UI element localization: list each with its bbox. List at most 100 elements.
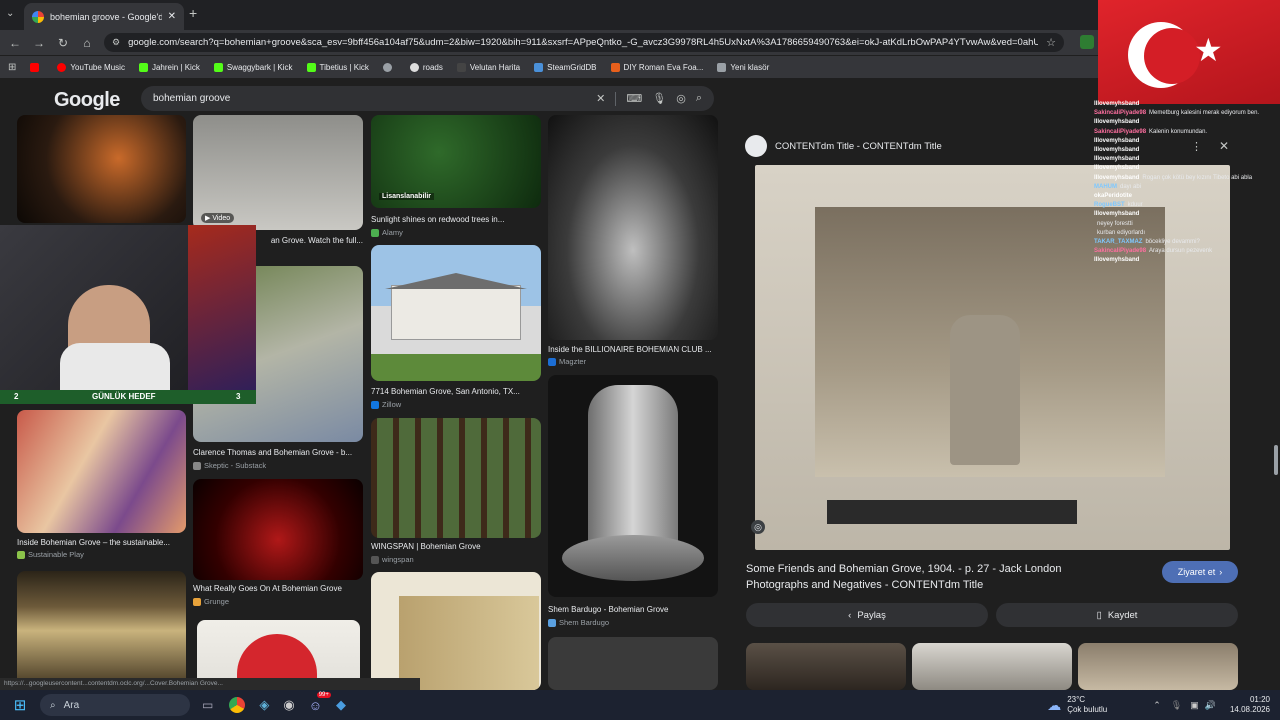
panel-site-title[interactable]: CONTENTdm Title - CONTENTdm Title <box>775 141 942 152</box>
result-image[interactable] <box>371 245 541 381</box>
bookmark-item[interactable] <box>30 62 43 72</box>
result-caption[interactable]: WINGSPAN | Bohemian Grove <box>371 542 541 551</box>
result-image[interactable] <box>548 375 718 597</box>
chat-username[interactable]: lllovemyhsband <box>1094 119 1139 125</box>
chat-username[interactable]: lllovemyhsband <box>1094 147 1139 153</box>
discord-taskbar-icon[interactable]: ☺ 99+ <box>309 691 331 713</box>
start-windows-icon[interactable]: ⊞ <box>0 696 40 714</box>
bookmark-item[interactable]: Swaggybark | Kick <box>213 62 293 72</box>
result-image[interactable] <box>371 572 541 690</box>
chat-username[interactable]: lllovemyhsband <box>1094 101 1139 107</box>
bookmark-item[interactable]: SteamGridDB <box>534 62 597 72</box>
back-icon[interactable]: ← <box>3 36 27 50</box>
lens-search-icon[interactable]: ◎ <box>751 520 765 534</box>
related-image[interactable] <box>912 643 1072 690</box>
bookmark-item[interactable]: DIY Roman Eva Foa... <box>610 62 703 72</box>
result-image[interactable]: Lisanslanabilir <box>371 115 541 208</box>
clock[interactable]: 01:20 14.08.2026 <box>1230 695 1280 715</box>
chat-username[interactable]: lllovemyhsband <box>1094 175 1139 181</box>
share-button[interactable]: ‹ Paylaş <box>746 603 988 627</box>
related-image[interactable] <box>746 643 906 690</box>
search-icon[interactable]: ⌕ <box>696 92 702 105</box>
reload-icon[interactable]: ↻ <box>51 36 75 50</box>
result-image[interactable] <box>548 115 718 340</box>
result-image[interactable] <box>17 115 186 223</box>
tray-chevron-icon[interactable]: ⌃ <box>1153 700 1161 711</box>
bookmark-icon: ▯ <box>1096 609 1102 621</box>
app-taskbar-icon[interactable]: ◈ <box>259 697 269 713</box>
result-source[interactable]: Shem Bardugo <box>548 618 609 627</box>
chat-username[interactable]: lllovemyhsband <box>1094 156 1139 162</box>
network-icon[interactable]: ▣ <box>1190 700 1199 711</box>
tab-search-icon[interactable]: ⌄ <box>6 8 14 19</box>
bookmark-item[interactable]: Yeni klasör <box>717 62 769 72</box>
chat-username[interactable]: RogueBST <box>1094 202 1125 208</box>
chat-username[interactable]: TAKAR_TAXMAZ <box>1094 239 1142 245</box>
result-image[interactable] <box>17 571 186 690</box>
result-caption[interactable]: Clarence Thomas and Bohemian Grove - b..… <box>193 448 363 457</box>
related-image[interactable] <box>1078 643 1238 690</box>
result-source[interactable]: Skeptic - Substack <box>193 461 266 470</box>
extension-shield-icon[interactable] <box>1080 35 1094 49</box>
lens-icon[interactable]: ◎ <box>676 92 686 105</box>
weather-widget[interactable]: ☁ 23°C Çok bulutlu <box>1047 695 1107 715</box>
chat-username[interactable]: lllovemyhsband <box>1094 211 1139 217</box>
result-image[interactable]: ▶ Video <box>193 115 363 230</box>
result-source[interactable]: Grunge <box>193 597 229 606</box>
tab-close-icon[interactable]: ✕ <box>168 11 176 22</box>
result-source[interactable]: wingspan <box>371 555 414 564</box>
chat-username[interactable]: okaPeridotite <box>1094 193 1132 199</box>
chat-username[interactable]: lllovemyhsband <box>1094 138 1139 144</box>
chat-username[interactable]: lllovemyhsband <box>1094 165 1139 171</box>
result-source[interactable]: Sustainable Play <box>17 550 84 559</box>
volume-icon[interactable]: 🔊 <box>1205 700 1216 711</box>
bookmark-item[interactable]: Velutan Harita <box>456 62 520 72</box>
bookmark-item[interactable]: YouTube Music <box>57 62 125 72</box>
result-image[interactable] <box>193 479 363 580</box>
bookmark-item[interactable]: Jahrein | Kick <box>138 62 200 72</box>
search-input[interactable]: bohemian groove ✕ ⌨ 🎙 ◎ ⌕ <box>141 86 714 111</box>
bookmark-item[interactable] <box>382 62 396 72</box>
result-caption[interactable]: Inside Bohemian Grove – the sustainable.… <box>17 538 186 547</box>
result-image[interactable] <box>371 418 541 538</box>
taskbar-search[interactable]: ⌕ Ara <box>40 694 190 716</box>
microphone-icon[interactable]: 🎙 <box>652 92 666 105</box>
github-taskbar-icon[interactable]: ◉ <box>283 697 294 713</box>
keyboard-icon[interactable]: ⌨ <box>626 92 642 105</box>
preview-caption[interactable]: Some Friends and Bohemian Grove, 1904. -… <box>746 561 1126 593</box>
result-source[interactable]: Zillow <box>371 400 401 409</box>
result-caption[interactable]: What Really Goes On At Bohemian Grove <box>193 584 363 593</box>
site-info-icon[interactable]: ⚙ <box>112 37 120 48</box>
tab-active[interactable]: bohemian groove - Google'da Ara ✕ <box>24 3 184 30</box>
chat-username[interactable]: SakincaliPiyade98 <box>1094 248 1146 254</box>
chat-username[interactable]: MAHUM <box>1094 184 1117 190</box>
new-tab-button[interactable]: + <box>189 5 197 21</box>
clear-icon[interactable]: ✕ <box>596 92 605 105</box>
bookmark-item[interactable]: Tibetius | Kick <box>306 62 369 72</box>
address-bar[interactable]: ⚙ google.com/search?q=bohemian+groove&sc… <box>104 33 1064 52</box>
chrome-taskbar-icon[interactable] <box>229 697 246 713</box>
chat-username[interactable]: SakincaliPiyade98 <box>1094 110 1146 116</box>
result-caption[interactable]: Inside the BILLIONAIRE BOHEMIAN CLUB ... <box>548 345 718 354</box>
forward-icon[interactable]: → <box>27 36 51 50</box>
bookmark-item[interactable]: roads <box>409 62 443 72</box>
save-button[interactable]: ▯ Kaydet <box>996 603 1238 627</box>
result-image[interactable] <box>17 410 186 533</box>
chat-username[interactable]: lllovemyhsband <box>1094 257 1139 263</box>
visit-button[interactable]: Ziyaret et › <box>1162 561 1238 583</box>
result-caption[interactable]: Shem Bardugo - Bohemian Grove <box>548 605 718 614</box>
result-source[interactable]: Alamy <box>371 228 403 237</box>
google-logo[interactable]: Google <box>54 89 120 112</box>
scrollbar-thumb[interactable] <box>1274 445 1278 475</box>
bookmark-star-icon[interactable]: ☆ <box>1046 36 1056 49</box>
store-taskbar-icon[interactable]: ◆ <box>336 697 346 713</box>
result-image[interactable] <box>548 637 718 690</box>
chat-username[interactable]: SakincaliPiyade98 <box>1094 129 1146 135</box>
task-view-icon[interactable]: ▭ <box>202 698 213 712</box>
result-source[interactable]: Magzter <box>548 357 586 366</box>
home-icon[interactable]: ⌂ <box>75 36 99 50</box>
apps-grid-icon[interactable]: ⊞ <box>8 62 16 73</box>
result-caption[interactable]: 7714 Bohemian Grove, San Antonio, TX... <box>371 387 541 396</box>
microphone-tray-icon[interactable]: 🎙 <box>1171 700 1182 711</box>
result-caption[interactable]: Sunlight shines on redwood trees in... <box>371 215 541 224</box>
